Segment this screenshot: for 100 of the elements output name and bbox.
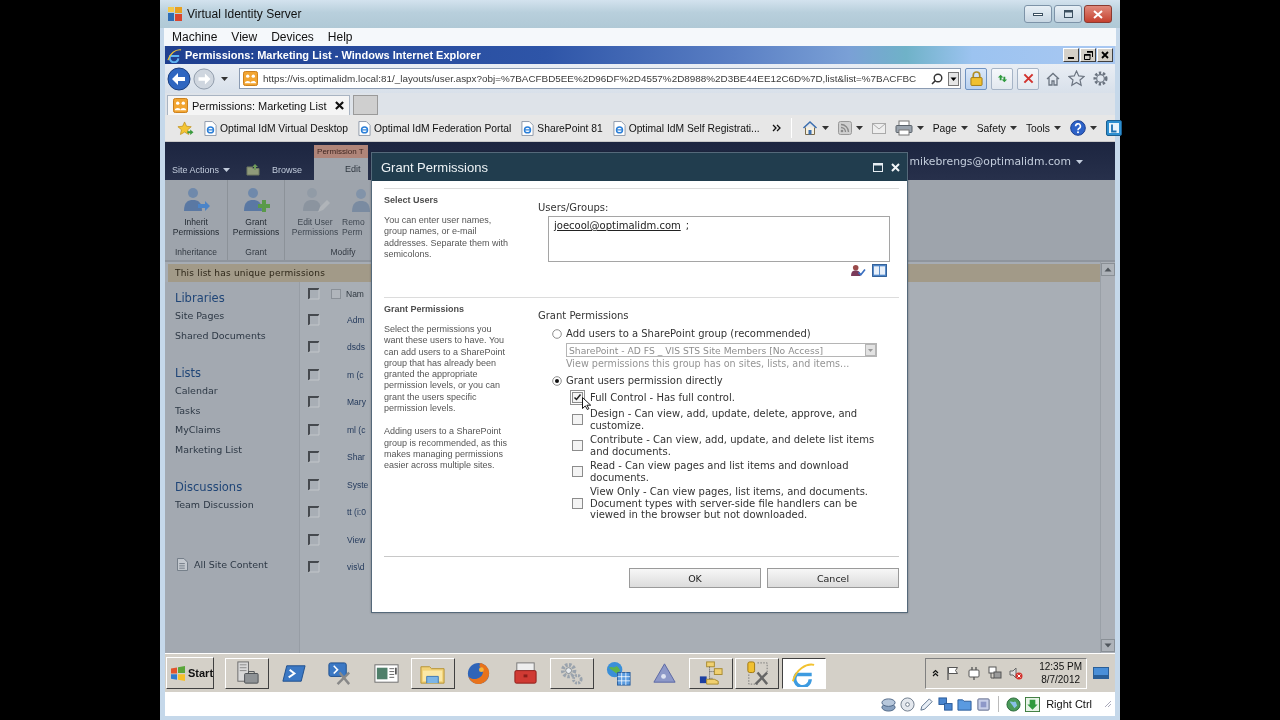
home-icon[interactable] [1045,70,1061,87]
column-header[interactable]: Nam [346,289,364,299]
checkbox[interactable] [308,533,320,546]
radio-button[interactable] [552,376,562,386]
minimize-button[interactable] [1024,5,1052,23]
checkbox[interactable] [570,412,585,427]
nav-link[interactable]: Team Discussion [175,495,254,515]
checkbox[interactable] [308,451,320,464]
command-menu[interactable]: Safety [976,122,1017,134]
nav-heading[interactable]: Libraries [175,290,225,306]
nav-heading[interactable]: Lists [175,365,202,381]
navigate-up-icon[interactable] [246,163,261,176]
power-plug-icon[interactable] [967,666,981,680]
caret-icon[interactable] [916,126,924,130]
user-name-cell[interactable]: Shar [347,452,365,463]
nav-link[interactable]: MyClaims [175,420,221,440]
menu-item[interactable]: View [224,28,265,46]
scrollbar[interactable] [1100,262,1115,653]
menu-item[interactable]: Devices [264,28,321,46]
site-actions-menu[interactable]: Site Actions [172,165,231,175]
caret-icon[interactable] [1090,126,1097,130]
printer-icon[interactable] [894,120,913,136]
caret-icon[interactable] [855,126,863,130]
address-field[interactable]: https://vis.optimalidm.local:81/_layouts/user.aspx?obj=%7BACFBD5EE%2D96DF%2D4557%2D8988%2D3BE44EE12C6D%7D,list&list=%7BACFBC [239,68,961,89]
nav-link[interactable]: Calendar [175,381,218,401]
stop-button[interactable] [1017,67,1039,90]
check-names-icon[interactable] [851,264,866,277]
globe-icon[interactable] [1006,696,1022,712]
optical-disc-icon[interactable] [900,696,916,712]
back-icon[interactable] [167,66,191,91]
globe-grid-icon[interactable] [604,659,632,687]
nav-link[interactable]: Site Pages [175,306,225,326]
ribbon-tab[interactable]: Browse [264,160,311,180]
maximize-icon[interactable] [873,162,883,172]
help-icon[interactable] [1070,120,1086,136]
refresh-button[interactable] [991,67,1013,90]
favorite-link[interactable]: SharePoint 81 [521,120,603,136]
checkbox[interactable] [570,464,585,479]
people-picker-field[interactable]: joecool@optimalidm.com ; [548,216,890,262]
maximize-button[interactable] [1054,5,1082,23]
browser-tab[interactable]: Permissions: Marketing List [167,95,350,115]
checkbox[interactable] [570,495,585,511]
checkbox[interactable] [570,438,585,453]
menu-item[interactable]: Machine [165,28,225,46]
radio-button[interactable] [552,329,562,339]
checkbox[interactable] [308,396,320,409]
chevron-up-icon[interactable] [932,669,939,677]
user-name-cell[interactable]: Mary [347,397,366,408]
close-button[interactable] [1084,5,1112,23]
start-button[interactable]: Start [166,657,214,689]
user-name-cell[interactable]: Syste [347,479,369,490]
dialog-button[interactable]: OK [629,568,761,588]
user-name-cell[interactable]: tt (i:0 [347,507,366,518]
nav-link[interactable]: Tasks [175,400,201,420]
nav-link[interactable]: All Site Content [177,554,268,574]
favorites-icon[interactable] [177,120,194,136]
speaker-muted-icon[interactable] [1009,666,1023,680]
user-name-cell[interactable]: View [347,534,366,545]
network-icon[interactable] [988,666,1002,680]
command-menu[interactable]: Page [932,122,968,134]
command-menu[interactable]: Tools [1025,122,1061,134]
nav-heading[interactable]: Discussions [175,479,243,495]
chip-icon[interactable] [976,696,992,712]
checkbox[interactable] [308,506,320,519]
caret-icon[interactable] [821,126,829,130]
checkbox-label[interactable]: View Only - Can view pages, list items, and documents. Document types with server-side file handlers can be viewed in the browser but not downloaded. [590,486,882,521]
nav-link[interactable]: Shared Documents [175,325,266,345]
checkbox-label[interactable]: Full Control - Has full control. [590,391,882,404]
clock-date[interactable]: 8/7/2012 [1041,673,1081,686]
scroll-down-icon[interactable] [1101,639,1115,652]
pencil-icon[interactable] [919,696,935,712]
user-entity[interactable]: joecool@optimalidm.com [554,220,681,232]
nav-link[interactable]: Marketing List [175,439,242,459]
toolbox-icon[interactable] [511,659,539,687]
clock-time[interactable]: 12:35 PM [1039,660,1082,673]
user-menu[interactable]: mikebrengs@optimalidm.com [909,155,1083,168]
search-icon[interactable] [931,72,943,85]
checkbox[interactable] [308,288,320,300]
tile-icon[interactable] [1106,120,1122,136]
folder-icon[interactable] [957,696,973,712]
ribbon-button[interactable]: Inherit Permissions [168,185,224,246]
arrow-down-icon[interactable] [1025,696,1041,712]
favorites-star-icon[interactable] [1068,70,1085,87]
scroll-up-icon[interactable] [1101,263,1115,276]
network-icon[interactable] [938,696,954,712]
checkbox[interactable] [308,478,320,491]
ribbon-tab[interactable]: Edit [314,158,369,180]
checkbox[interactable] [308,368,320,381]
settings-icon[interactable] [1092,70,1109,87]
checkbox-label[interactable]: Contribute - Can view, add, update, and delete list items and documents. [590,434,882,457]
hard-disk-icon[interactable] [881,696,897,712]
dialog-button[interactable]: Cancel [767,568,899,588]
checkbox[interactable] [308,341,320,354]
home-icon[interactable] [801,120,818,136]
caret-icon[interactable] [221,76,228,81]
user-name-cell[interactable]: ml (c [347,424,366,435]
security-button[interactable] [965,67,987,90]
address-book-icon[interactable] [872,264,887,277]
radio-label[interactable]: Grant users permission directly [566,375,723,387]
checkbox-label[interactable]: Design - Can view, add, update, delete, approve, and customize. [590,408,882,431]
